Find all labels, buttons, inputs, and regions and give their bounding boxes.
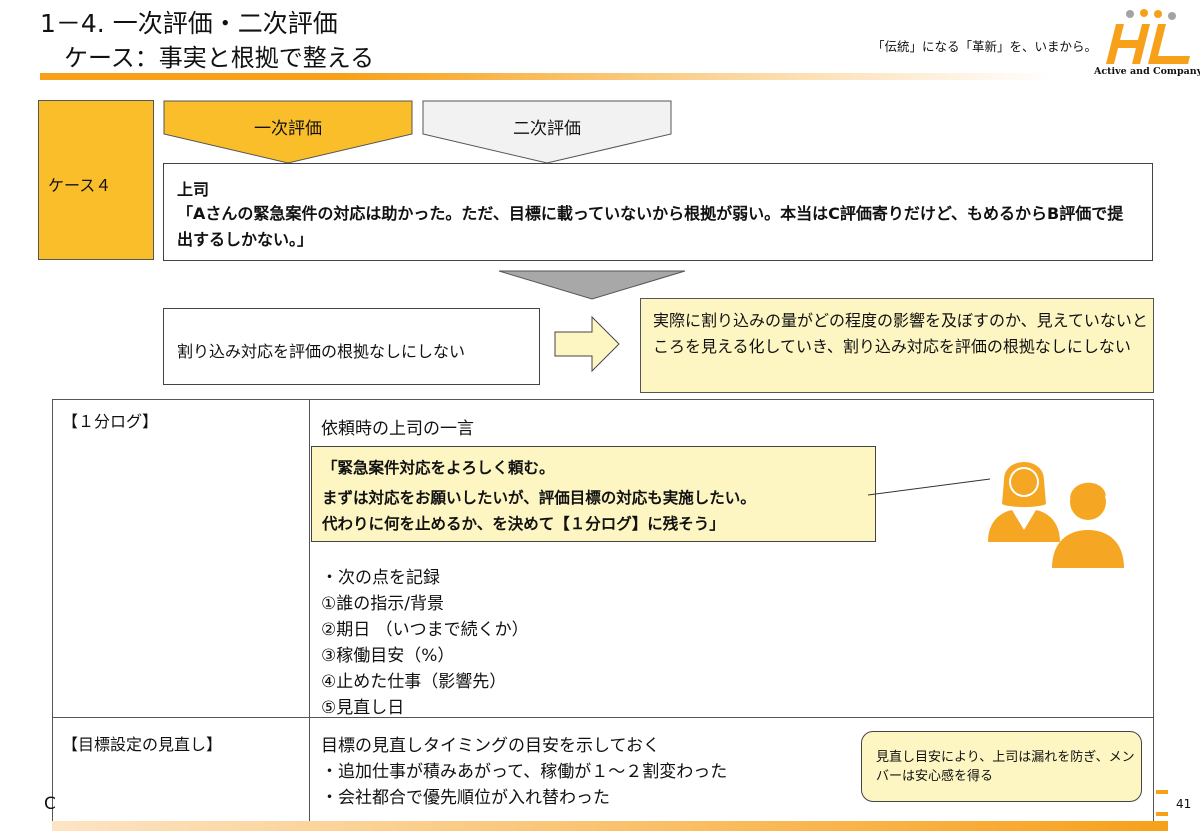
callout-connector: [868, 478, 991, 496]
instruction-quote-line: まずは対応をお願いしたいが、評価目標の対応も実施したい。: [322, 489, 756, 507]
log-intro: 依頼時の上司の一言: [321, 419, 474, 439]
down-arrow-icon: [498, 270, 686, 300]
footer-tick: [1156, 812, 1168, 816]
company-slogan: 「伝統」になる「革新」を、いまから。: [872, 39, 1098, 54]
solution-text: 実際に割り込みの量がどの程度の影響を及ぼすのか、見えていないところを見える化して…: [653, 311, 1148, 356]
list-item: ③稼働目安（%）: [321, 646, 455, 666]
footer-bar: [52, 821, 1168, 831]
row-header-goal-review: 【目標設定の見直し】: [62, 735, 223, 754]
list-item: ②期日 （いつまで続くか）: [321, 620, 529, 640]
note-bubble-text: 見直し目安により、上司は漏れを防ぎ、メンバーは安心感を得る: [876, 750, 1135, 784]
page-subtitle: ケース：事実と根拠で整える: [64, 44, 375, 72]
table-column-divider: [309, 399, 310, 822]
instruction-quote-line: 代わりに何を止めるか、を決めて【１分ログ】に残そう」: [322, 515, 725, 533]
list-item: ④止めた仕事（影響先）: [321, 672, 507, 692]
rule-text: 割り込み対応を評価の根拠なしにしない: [177, 342, 466, 361]
people-icon: [988, 462, 1124, 568]
footer-left-fragment: C: [44, 794, 56, 814]
goal-review-line: ・会社都合で優先順位が入れ替わった: [321, 788, 610, 808]
page-number: 41: [1176, 797, 1192, 811]
title-underline: [40, 73, 1052, 80]
right-arrow-icon: [554, 316, 620, 372]
goal-review-line: 目標の見直しタイミングの目安を示しておく: [321, 736, 660, 756]
instruction-quote-line: 「緊急案件対応をよろしく頼む。: [322, 459, 555, 477]
list-item: ⑤見直し日: [321, 698, 405, 718]
footer-tick: [1156, 790, 1168, 794]
boss-speaker: 上司: [177, 180, 210, 199]
tab-secondary-label: 二次評価: [513, 119, 581, 139]
row-header-one-minute-log: 【１分ログ】: [62, 412, 159, 431]
page-title: 1－4. 一次評価・二次評価: [40, 9, 338, 38]
case-label: ケース４: [48, 176, 112, 195]
logo-text: Active and Company: [1094, 66, 1200, 77]
table-row-divider: [52, 717, 1154, 718]
list-item: ・次の点を記録: [321, 568, 440, 588]
tab-primary-label: 一次評価: [254, 119, 322, 139]
goal-review-line: ・追加仕事が積みあがって、稼働が１～２割変わった: [321, 762, 728, 782]
boss-quote: 「Aさんの緊急案件の対応は助かった。ただ、目標に載っていないから根拠が弱い。本当…: [177, 204, 1124, 249]
list-item: ①誰の指示/背景: [321, 594, 444, 614]
